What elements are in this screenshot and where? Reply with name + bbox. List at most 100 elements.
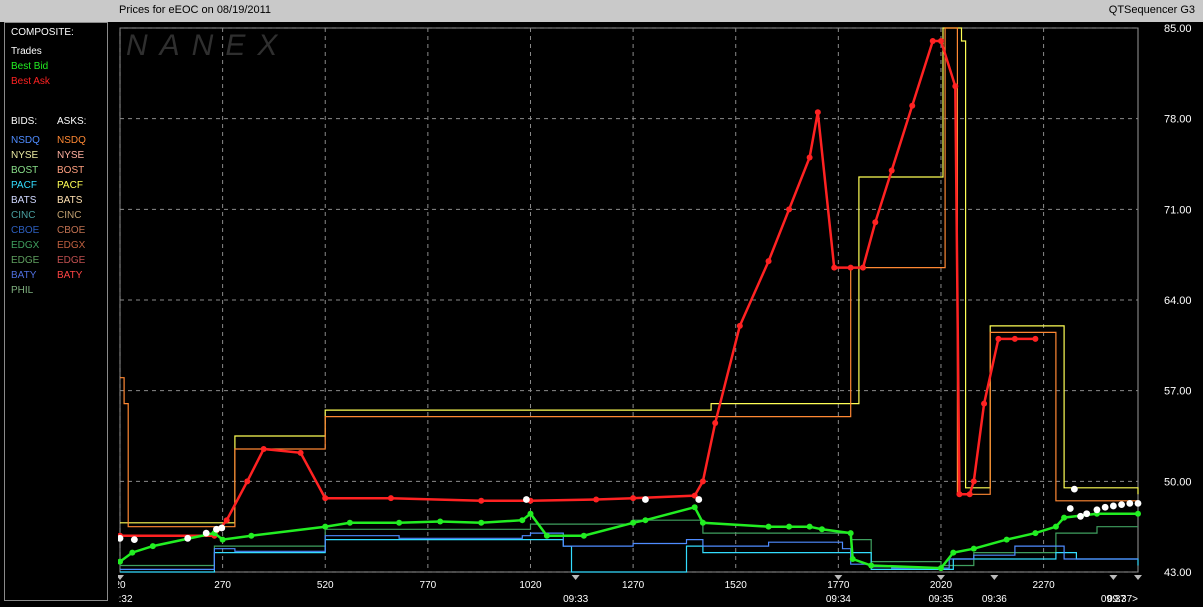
composite-heading: COMPOSITE: xyxy=(11,27,74,38)
data-point xyxy=(691,504,698,511)
time-label: 09:34 xyxy=(826,594,851,605)
legend-composite-item: Best Ask xyxy=(11,76,50,87)
time-label: 09:32 xyxy=(118,594,133,605)
x-tick-label: 1520 xyxy=(725,580,748,591)
data-point xyxy=(1032,335,1039,342)
data-point xyxy=(1083,510,1091,518)
time-marker xyxy=(1134,575,1142,580)
data-point xyxy=(1066,505,1074,512)
data-point xyxy=(580,532,587,539)
y-tick-label: 78.00 xyxy=(1164,114,1192,126)
x-tick-label: 770 xyxy=(420,580,437,591)
time-marker xyxy=(571,575,580,580)
legend-bid-item: BOST xyxy=(11,165,39,176)
data-point xyxy=(970,545,977,552)
data-point xyxy=(956,491,963,498)
title-bar: Prices for eEOC on 08/19/2011 QTSequence… xyxy=(0,0,1203,22)
x-tick-label: 2020 xyxy=(930,580,953,591)
legend-bid-item: NYSE xyxy=(11,150,39,161)
time-marker xyxy=(990,575,999,580)
data-point xyxy=(849,556,856,563)
legend-bid-item: CBOE xyxy=(11,225,40,236)
x-tick-label: 270 xyxy=(214,580,231,591)
data-point xyxy=(387,495,394,502)
data-point xyxy=(519,517,526,524)
time-label: 09:36 xyxy=(982,594,1007,605)
data-point xyxy=(909,102,916,109)
legend-ask-item: CBOE xyxy=(57,225,86,236)
y-tick-label: 71.00 xyxy=(1164,204,1192,216)
data-point xyxy=(202,529,210,537)
data-point xyxy=(478,497,485,504)
data-point xyxy=(642,517,649,524)
legend-ask-item: BATY xyxy=(57,270,83,281)
data-point xyxy=(396,519,403,526)
data-point xyxy=(888,167,895,174)
data-point xyxy=(297,449,304,456)
data-point xyxy=(1135,510,1141,517)
data-point xyxy=(130,536,138,544)
x-tick-label: 2270 xyxy=(1032,580,1055,591)
data-point xyxy=(937,37,944,44)
data-point xyxy=(765,523,772,530)
data-point xyxy=(346,519,353,526)
legend-ask-item: EDGX xyxy=(57,240,86,251)
data-point xyxy=(1109,502,1117,510)
data-point xyxy=(223,517,230,524)
x-tick-label: 520 xyxy=(317,580,334,591)
asks-heading: ASKS: xyxy=(57,116,87,127)
price-chart: NANEX 43.00 50.00 57.00 64.00 71.00 78.00 85.00… xyxy=(118,23,1192,605)
data-point xyxy=(981,400,988,407)
data-point xyxy=(218,524,226,532)
legend-ask-item: PACF xyxy=(57,180,83,191)
data-point xyxy=(995,335,1002,342)
data-point xyxy=(868,562,875,569)
data-point xyxy=(736,322,743,329)
x-tick-label: 1770 xyxy=(827,580,850,591)
data-point xyxy=(818,526,825,533)
time-label: 09:35 xyxy=(928,594,953,605)
data-point xyxy=(593,496,600,503)
data-point xyxy=(543,532,550,539)
data-point xyxy=(966,491,973,498)
legend-ask-item: EDGE xyxy=(57,255,86,266)
data-point xyxy=(712,420,719,427)
legend-bid-item: EDGX xyxy=(11,240,40,251)
data-point xyxy=(699,519,706,526)
legend-panel: COMPOSITE: Trades Best Bid Best Ask BIDS: ASK… xyxy=(4,22,108,601)
legend-ask-item: BOST xyxy=(57,165,85,176)
y-tick-label: 57.00 xyxy=(1164,386,1192,398)
data-point xyxy=(244,478,251,485)
data-point xyxy=(322,523,329,530)
app-name: QTSequencer G3 xyxy=(1108,4,1195,16)
legend-ask-item: NYSE xyxy=(57,150,85,161)
data-point xyxy=(929,37,936,44)
data-point xyxy=(527,510,534,517)
legend-bid-item: PACF xyxy=(11,180,37,191)
data-point xyxy=(630,495,637,502)
data-point xyxy=(1077,512,1084,520)
data-point xyxy=(1126,499,1134,507)
data-point xyxy=(831,264,838,271)
data-point xyxy=(952,83,959,90)
data-point xyxy=(786,206,793,213)
data-point xyxy=(219,536,226,543)
data-point xyxy=(260,445,267,452)
data-point xyxy=(248,532,255,539)
data-point xyxy=(1101,503,1109,511)
data-point xyxy=(937,565,944,572)
data-point xyxy=(859,264,866,271)
watermark: NANEX xyxy=(126,29,289,62)
data-point xyxy=(478,519,485,526)
data-point xyxy=(522,496,530,503)
data-point xyxy=(1118,501,1125,509)
data-point xyxy=(1003,536,1010,543)
data-point xyxy=(806,154,813,161)
data-point xyxy=(149,543,156,550)
data-point xyxy=(970,478,977,485)
data-point xyxy=(1093,506,1101,514)
y-tick-label: 64.00 xyxy=(1164,295,1192,307)
x-tick-label: 20 xyxy=(118,580,126,591)
x-tick-label: 1020 xyxy=(519,580,542,591)
data-point xyxy=(695,496,703,503)
